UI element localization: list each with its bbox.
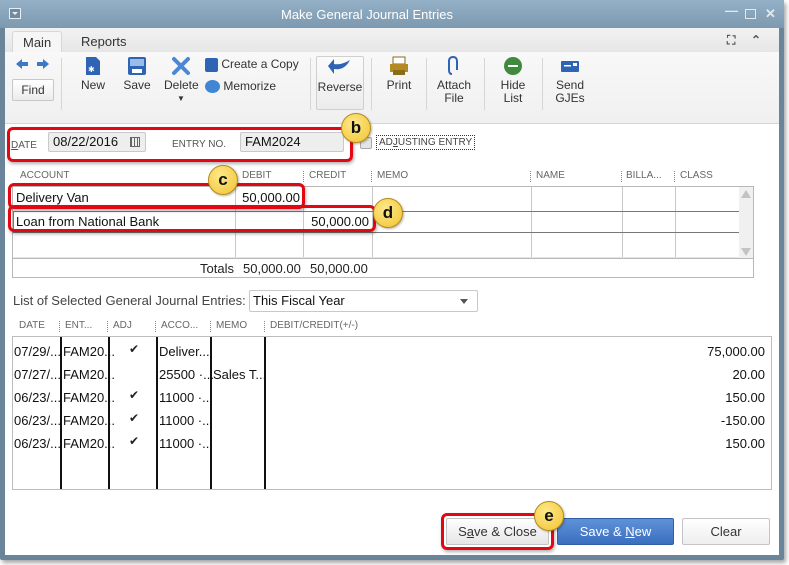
chevron-down-icon[interactable] <box>460 299 468 304</box>
journal-entry-window: Make General Journal Entries — ✕ Main Re… <box>0 0 784 560</box>
toolbar: Find ✱ New Save Delete ▼ Create a Copy M… <box>5 52 779 124</box>
col-account[interactable]: ACCOUNT <box>20 170 69 181</box>
column-divider[interactable] <box>371 171 372 182</box>
adjusting-check-icon: ✔ <box>129 388 140 402</box>
column-divider[interactable] <box>59 321 60 332</box>
ribbon-tabs: Main Reports ⛶ ⌃ <box>5 28 779 52</box>
toolbar-divider <box>484 58 485 110</box>
column-divider[interactable] <box>107 321 108 332</box>
journal-entries-list: 07/29/... FAM20... ✔ Deliver... 75,000.0… <box>12 336 772 490</box>
previous-arrow-icon[interactable] <box>16 59 28 69</box>
col-name[interactable]: NAME <box>536 170 565 181</box>
memorize-icon <box>205 80 220 94</box>
callout-badge-c: c <box>208 165 238 195</box>
column-divider[interactable] <box>210 321 211 332</box>
envelope-icon <box>561 61 579 72</box>
grid-scrollbar[interactable] <box>739 187 753 259</box>
toolbar-divider <box>371 58 372 110</box>
toolbar-divider <box>310 58 311 110</box>
column-divider[interactable] <box>155 321 156 332</box>
toolbar-divider <box>61 58 62 110</box>
scroll-down-icon[interactable] <box>741 248 751 256</box>
copy-icon <box>205 58 218 72</box>
hide-list-button[interactable]: Hide List <box>493 56 533 105</box>
column-divider[interactable] <box>303 171 304 182</box>
total-credit: 50,000.00 <box>310 261 368 276</box>
clear-button[interactable]: Clear <box>682 518 770 545</box>
column-divider[interactable] <box>621 171 622 182</box>
col-billable[interactable]: BILLA... <box>626 170 662 181</box>
col-entry[interactable]: ENT... <box>65 320 92 331</box>
svg-text:✱: ✱ <box>88 65 95 74</box>
delete-button[interactable]: Delete ▼ <box>164 54 199 105</box>
expand-icon[interactable]: ⛶ <box>727 33 735 48</box>
find-button[interactable]: Find <box>12 79 54 101</box>
attach-file-button[interactable]: Attach File <box>434 55 474 105</box>
window-client: Main Reports ⛶ ⌃ Find ✱ New Save Delete … <box>5 28 779 555</box>
toolbar-divider <box>542 58 543 110</box>
col-memo[interactable]: MEMO <box>377 170 408 181</box>
list-row[interactable]: 06/23/... FAM20... ✔ 11000 ·... -150.00 <box>13 411 771 434</box>
delete-dropdown-icon[interactable]: ▼ <box>164 92 198 105</box>
list-row[interactable]: 06/23/... FAM20... ✔ 11000 ·... 150.00 <box>13 434 771 457</box>
tab-main[interactable]: Main <box>12 31 63 52</box>
adjusting-check-icon: ✔ <box>129 434 140 448</box>
memorize-button[interactable]: Memorize <box>205 80 305 94</box>
list-row[interactable]: 07/27/... FAM20... 25500 ·... Sales T...… <box>13 365 771 388</box>
window-title: Make General Journal Entries <box>281 7 453 22</box>
highlight-date-entry <box>7 127 353 162</box>
journal-line[interactable] <box>13 234 747 257</box>
callout-badge-e: e <box>534 501 564 531</box>
totals-row: Totals 50,000.00 50,000.00 <box>12 258 754 278</box>
close-button[interactable]: ✕ <box>765 7 776 20</box>
minimize-button[interactable]: — <box>725 4 738 17</box>
new-button[interactable]: ✱ New <box>79 54 107 92</box>
adjusting-check-icon: ✔ <box>129 411 140 425</box>
list-filter-dropdown[interactable]: This Fiscal Year <box>249 290 478 312</box>
col-credit[interactable]: CREDIT <box>309 170 346 181</box>
column-divider[interactable] <box>530 171 531 182</box>
title-bar: Make General Journal Entries — ✕ <box>0 0 784 28</box>
send-gjes-button[interactable]: Send GJEs <box>550 56 590 105</box>
toolbar-divider <box>426 58 427 110</box>
create-copy-button[interactable]: Create a Copy <box>205 58 305 72</box>
col-date[interactable]: DATE <box>19 320 45 331</box>
adjusting-check-icon: ✔ <box>129 342 140 356</box>
new-document-icon: ✱ <box>86 57 100 75</box>
col-account[interactable]: ACCO... <box>161 320 198 331</box>
reverse-button-content[interactable]: Reverse <box>316 58 364 94</box>
paperclip-icon <box>448 55 458 75</box>
column-divider[interactable] <box>264 321 265 332</box>
collapse-ribbon-icon[interactable]: ⌃ <box>751 33 761 47</box>
adjusting-entry-label[interactable]: ADJUSTING ENTRY <box>376 135 476 150</box>
hide-minus-icon <box>504 57 522 75</box>
col-debit-credit[interactable]: DEBIT/CREDIT(+/-) <box>270 320 358 331</box>
print-button[interactable]: Print <box>384 56 414 92</box>
delete-x-icon <box>172 57 190 75</box>
maximize-button[interactable] <box>745 9 756 19</box>
list-label: List of Selected General Journal Entries… <box>13 293 246 308</box>
scroll-up-icon[interactable] <box>741 190 751 198</box>
col-memo[interactable]: MEMO <box>216 320 247 331</box>
printer-icon <box>390 56 408 75</box>
save-disk-icon <box>128 57 146 75</box>
total-debit: 50,000.00 <box>243 261 301 276</box>
list-header: DATE ENT... ADJ ACCO... MEMO DEBIT/CREDI… <box>5 320 779 336</box>
list-row[interactable]: 07/29/... FAM20... ✔ Deliver... 75,000.0… <box>13 342 771 365</box>
highlight-credit-line <box>8 205 376 232</box>
reverse-arrow-icon <box>328 59 350 74</box>
totals-label: Totals <box>200 261 234 276</box>
col-class[interactable]: CLASS <box>680 170 713 181</box>
save-button[interactable]: Save <box>122 54 152 92</box>
col-debit[interactable]: DEBIT <box>242 170 271 181</box>
save-and-new-button[interactable]: Save & New <box>557 518 674 545</box>
list-row[interactable]: 06/23/... FAM20... ✔ 11000 ·... 150.00 <box>13 388 771 411</box>
tab-reports[interactable]: Reports <box>71 31 137 52</box>
callout-badge-b: b <box>341 113 371 143</box>
next-arrow-icon[interactable] <box>37 59 49 69</box>
callout-badge-d: d <box>373 198 403 228</box>
column-divider[interactable] <box>674 171 675 182</box>
account-cell[interactable] <box>13 234 235 257</box>
col-adj[interactable]: ADJ <box>113 320 132 331</box>
